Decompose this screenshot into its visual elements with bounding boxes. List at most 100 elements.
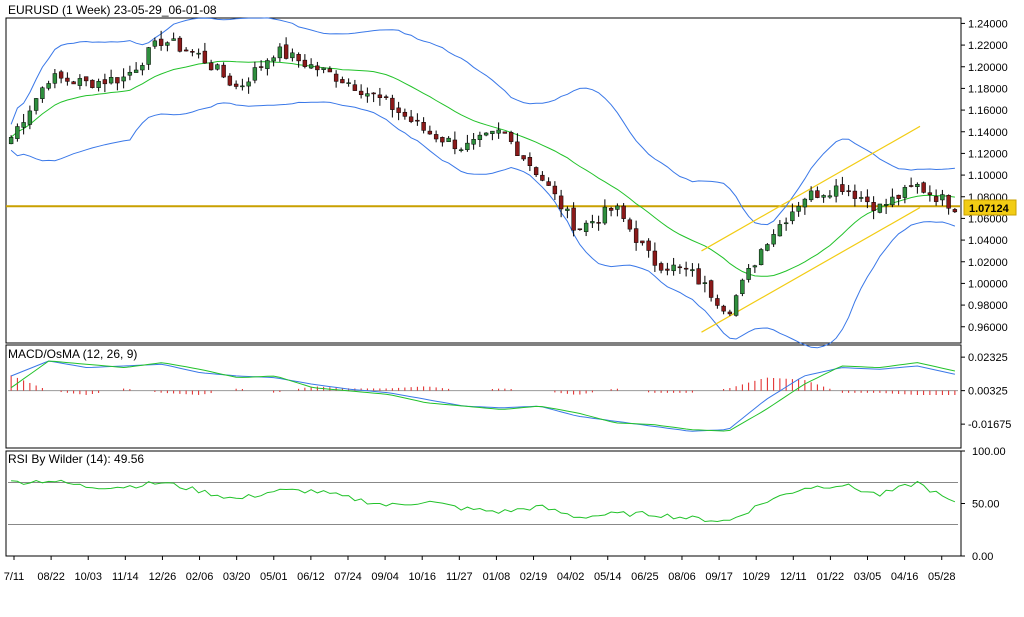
candle-body bbox=[833, 185, 839, 197]
candle-body bbox=[158, 38, 164, 46]
price-panel-frame bbox=[5, 17, 962, 344]
price-tick-label: 1.22000 bbox=[968, 40, 1008, 52]
candle-body bbox=[333, 73, 339, 82]
rsi-panel-frame bbox=[5, 450, 962, 557]
candle-body bbox=[227, 75, 233, 86]
candle-body bbox=[352, 84, 358, 91]
candle-body bbox=[302, 59, 308, 67]
candle-body bbox=[740, 279, 745, 294]
candle-body bbox=[933, 196, 939, 202]
candle-body bbox=[533, 167, 539, 176]
candle-body bbox=[371, 92, 376, 95]
candle-body bbox=[402, 111, 408, 117]
candle-body bbox=[652, 250, 658, 266]
candle-body bbox=[515, 141, 520, 156]
candle-body bbox=[377, 94, 383, 98]
candle-body bbox=[77, 78, 83, 86]
candle-body bbox=[677, 266, 683, 269]
chart-window: EURUSD (1 Week) 23-05-29_06-01-08 MACD/O… bbox=[0, 0, 1024, 612]
candle-body bbox=[396, 107, 401, 113]
candle-body bbox=[496, 129, 501, 134]
bollinger-lower bbox=[10, 101, 956, 349]
macd-tick-label: -0.01675 bbox=[968, 419, 1011, 431]
candle-body bbox=[346, 82, 351, 84]
candle-body bbox=[727, 311, 733, 315]
candle-body bbox=[96, 81, 101, 88]
candle-body bbox=[358, 90, 364, 96]
candle-body bbox=[927, 192, 933, 195]
candle-body bbox=[871, 202, 876, 211]
candle-body bbox=[315, 65, 320, 71]
rsi-tick-label: 0.00 bbox=[972, 551, 993, 563]
x-tick-label: 10/16 bbox=[408, 571, 436, 583]
candle-body bbox=[446, 137, 451, 143]
candle-body bbox=[471, 139, 476, 145]
candle-body bbox=[52, 73, 58, 84]
x-tick-label: 08/22 bbox=[37, 571, 65, 583]
candle-body bbox=[552, 185, 558, 195]
candle-body bbox=[427, 130, 433, 135]
candle-body bbox=[177, 37, 183, 52]
candle-body bbox=[690, 269, 695, 272]
rsi-tick-label: 50.00 bbox=[972, 499, 1000, 511]
candle-body bbox=[252, 67, 258, 81]
candle-body bbox=[321, 67, 326, 70]
candle-body bbox=[865, 196, 870, 203]
x-tick-label: 03/20 bbox=[223, 571, 251, 583]
x-tick-label: 02/19 bbox=[520, 571, 548, 583]
candle-body bbox=[190, 51, 195, 53]
candle-body bbox=[946, 194, 951, 209]
x-tick-label: 11/27 bbox=[446, 571, 473, 583]
candle-body bbox=[196, 52, 201, 55]
candle-body bbox=[283, 44, 289, 59]
candle-body bbox=[508, 132, 514, 142]
candle-body bbox=[883, 204, 889, 206]
price-tick-label: 1.00000 bbox=[968, 278, 1008, 290]
candle-body bbox=[40, 87, 45, 99]
x-tick-label: 08/06 bbox=[668, 571, 696, 583]
candle-body bbox=[327, 68, 333, 73]
candle-body bbox=[940, 194, 945, 201]
candle-body bbox=[821, 195, 826, 198]
candle-body bbox=[33, 98, 39, 111]
x-tick-label: 10/29 bbox=[742, 571, 770, 583]
candle-body bbox=[921, 182, 926, 193]
candle-body bbox=[8, 137, 14, 145]
candle-body bbox=[246, 81, 251, 87]
macd-plot bbox=[8, 360, 958, 432]
candle-body bbox=[590, 221, 595, 224]
x-tick-label: 12/11 bbox=[780, 571, 807, 583]
candle-body bbox=[240, 85, 245, 88]
candle-body bbox=[133, 69, 139, 73]
candle-body bbox=[71, 81, 76, 85]
candle-body bbox=[90, 79, 95, 88]
candle-body bbox=[152, 40, 158, 47]
price-tick-label: 1.04000 bbox=[968, 235, 1008, 247]
candle-body bbox=[671, 264, 676, 272]
macd-line bbox=[10, 360, 956, 432]
candle-body bbox=[540, 174, 545, 181]
candle-body bbox=[602, 206, 608, 224]
candle-body bbox=[758, 249, 764, 266]
candle-body bbox=[621, 205, 626, 219]
candle-body bbox=[665, 268, 670, 271]
candle-body bbox=[846, 190, 851, 192]
candle-body bbox=[165, 42, 170, 46]
candle-body bbox=[452, 139, 458, 150]
candle-body bbox=[858, 197, 864, 199]
candle-body bbox=[527, 157, 533, 166]
candle-body bbox=[202, 50, 208, 64]
candle-body bbox=[915, 183, 920, 188]
candle-body bbox=[796, 206, 801, 212]
candle-body bbox=[783, 222, 789, 225]
candle-body bbox=[383, 96, 389, 98]
candle-body bbox=[877, 203, 883, 213]
candle-body bbox=[546, 181, 551, 186]
x-tick-label: 05/14 bbox=[594, 571, 622, 583]
candle-body bbox=[58, 71, 64, 79]
macd-panel-frame bbox=[5, 344, 962, 449]
candle-body bbox=[715, 298, 720, 306]
x-tick-label: 07/24 bbox=[334, 571, 362, 583]
candle-body bbox=[952, 209, 958, 213]
candle-body bbox=[415, 119, 420, 122]
